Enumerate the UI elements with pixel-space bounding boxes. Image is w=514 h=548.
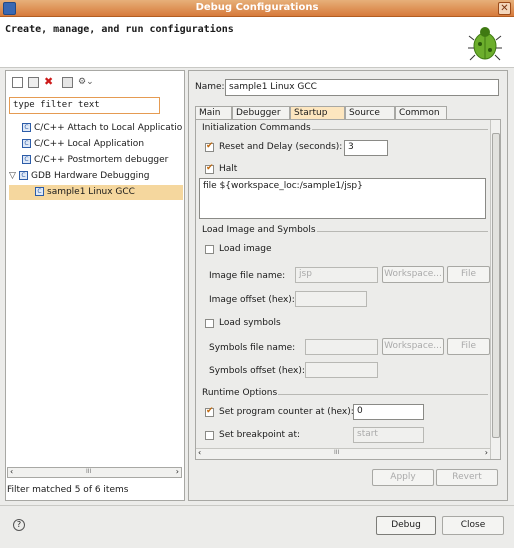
reset-delay-checkbox[interactable] [205, 141, 214, 152]
horizontal-scrollbar[interactable]: ‹ III › [196, 448, 490, 459]
scroll-thumb[interactable] [492, 133, 500, 438]
name-label: Name: [195, 82, 225, 92]
runtime-group-label: Runtime Options [201, 388, 279, 398]
tab-debugger[interactable]: Debugger [232, 106, 290, 120]
tab-main[interactable]: Main [195, 106, 232, 120]
startup-tab-panel: Initialization Commands Reset and Delay … [195, 119, 501, 460]
new-config-icon[interactable] [12, 77, 23, 88]
load-image-label: Load image [219, 244, 272, 254]
close-button[interactable]: Close [442, 516, 504, 535]
image-file-label: Image file name: [209, 271, 286, 281]
filter-status: Filter matched 5 of 6 items [7, 485, 129, 495]
load-symbols-label: Load symbols [219, 318, 281, 328]
scroll-right-icon[interactable]: › [485, 448, 488, 457]
debug-bug-icon [468, 27, 502, 61]
configuration-tree-pane: ✖ ⚙⌄ type filter text C C/C++ Attach to L… [5, 70, 185, 501]
reset-delay-label: Reset and Delay (seconds): [219, 142, 343, 152]
dialog-footer: ? Debug Close [0, 505, 514, 548]
scroll-right-icon[interactable]: › [176, 467, 179, 476]
help-icon[interactable]: ? [13, 519, 25, 531]
image-file-input[interactable]: jsp [295, 267, 378, 283]
horizontal-scrollbar[interactable]: ‹ III › [7, 467, 182, 478]
tree-item-attach[interactable]: C C/C++ Attach to Local Applicatio [9, 121, 183, 136]
duplicate-icon[interactable] [28, 77, 39, 88]
symbols-file-input[interactable] [305, 339, 378, 355]
halt-checkbox[interactable] [205, 163, 214, 174]
tree-item-local[interactable]: C C/C++ Local Application [9, 137, 183, 152]
init-group-label: Initialization Commands [201, 123, 312, 133]
set-pc-label: Set program counter at (hex): [219, 407, 354, 417]
c-config-icon: C [22, 139, 31, 148]
title-bar: Debug Configurations ✕ [0, 0, 514, 17]
collapse-all-icon[interactable] [62, 77, 73, 88]
scroll-left-icon[interactable]: ‹ [198, 448, 201, 457]
set-pc-checkbox[interactable] [205, 406, 214, 417]
tree-item-sample1[interactable]: Csample1 Linux GCC [9, 185, 183, 200]
window-title: Debug Configurations [195, 2, 319, 13]
load-group-label: Load Image and Symbols [201, 225, 317, 235]
image-filesystem-button[interactable]: File Syste [447, 266, 490, 283]
debug-button[interactable]: Debug [376, 516, 436, 535]
vertical-scrollbar[interactable] [490, 120, 500, 459]
tree-item-gdb-hardware[interactable]: ▽ C GDB Hardware Debugging [9, 169, 183, 184]
image-offset-label: Image offset (hex): [209, 295, 295, 305]
symbols-offset-label: Symbols offset (hex): [209, 366, 305, 376]
c-config-icon: C [22, 123, 31, 132]
load-image-checkbox[interactable] [205, 245, 214, 254]
dialog-header: Create, manage, and run configurations [0, 17, 514, 68]
apply-button[interactable]: Apply [372, 469, 434, 486]
halt-label: Halt [219, 164, 238, 174]
tab-source[interactable]: Source [345, 106, 395, 120]
c-config-icon: C [22, 155, 31, 164]
c-config-icon: C [19, 171, 28, 180]
set-breakpoint-input[interactable]: start [353, 427, 424, 443]
tree-item-postmortem[interactable]: C C/C++ Postmortem debugger [9, 153, 183, 168]
symbols-filesystem-button[interactable]: File Syste [447, 338, 490, 355]
scroll-grip: III [334, 449, 340, 456]
tab-common[interactable]: Common [395, 106, 447, 120]
scroll-grip: III [86, 468, 92, 475]
symbols-offset-input[interactable] [305, 362, 378, 378]
set-pc-input[interactable]: 0 [353, 404, 424, 420]
image-offset-input[interactable] [295, 291, 367, 307]
image-workspace-button[interactable]: Workspace... [382, 266, 444, 283]
symbols-file-label: Symbols file name: [209, 343, 296, 353]
dialog-description: Create, manage, and run configurations [5, 24, 234, 35]
reset-delay-input[interactable]: 3 [344, 140, 388, 156]
c-config-icon: C [35, 187, 44, 196]
symbols-workspace-button[interactable]: Workspace... [382, 338, 444, 355]
tab-startup[interactable]: Startup [290, 106, 345, 120]
load-symbols-checkbox[interactable] [205, 319, 214, 328]
configuration-editor-pane: Name: sample1 Linux GCC Main Debugger St… [188, 70, 508, 501]
set-breakpoint-label: Set breakpoint at: [219, 430, 301, 440]
init-commands-textarea[interactable]: file ${workspace_loc:/sample1/jsp} [199, 178, 486, 219]
revert-button[interactable]: Revert [436, 469, 498, 486]
scroll-left-icon[interactable]: ‹ [10, 467, 13, 476]
filter-menu-icon[interactable]: ⚙⌄ [78, 77, 98, 88]
delete-icon[interactable]: ✖ [44, 76, 55, 88]
name-field[interactable]: sample1 Linux GCC [225, 79, 499, 96]
expand-arrow-icon[interactable]: ▽ [9, 169, 19, 184]
close-window-button[interactable]: ✕ [498, 2, 511, 15]
filter-input[interactable]: type filter text [9, 97, 160, 114]
set-breakpoint-checkbox[interactable] [205, 431, 214, 440]
